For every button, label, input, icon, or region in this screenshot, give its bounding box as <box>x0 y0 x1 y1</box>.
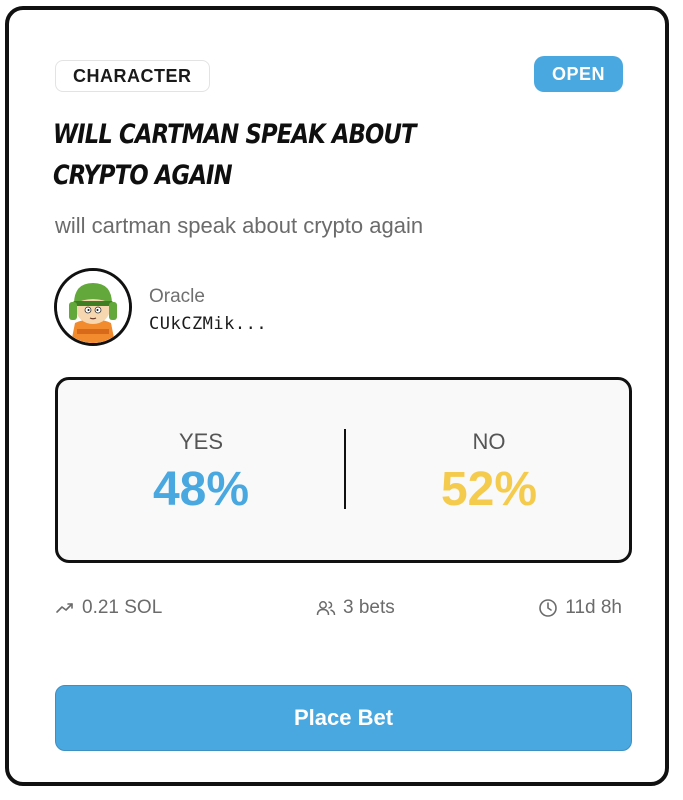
users-icon <box>316 601 336 616</box>
yes-option[interactable]: YES 48% <box>58 380 344 560</box>
odds-panel: YES 48% NO 52% <box>55 377 632 563</box>
no-option[interactable]: NO 52% <box>346 380 632 560</box>
clock-icon <box>539 599 558 617</box>
market-title: WILL CARTMAN SPEAK ABOUT CRYPTO AGAIN <box>53 119 417 191</box>
no-label: NO <box>472 429 506 454</box>
no-percentage: 52% <box>440 463 538 516</box>
place-bet-button[interactable]: Place Bet <box>55 685 632 751</box>
yes-label: YES <box>178 429 224 454</box>
time-stat: 11d 8h <box>538 597 622 619</box>
oracle-address[interactable]: CUkCZMik... <box>149 314 267 334</box>
volume-stat: 0.21 SOL <box>55 597 162 619</box>
trending-up-icon <box>56 603 73 613</box>
market-card: CHARACTER OPEN WILL CARTMAN SPEAK ABOUT … <box>5 6 669 786</box>
bets-stat: 3 bets <box>316 597 395 619</box>
oracle-avatar <box>54 268 132 346</box>
volume-value: 0.21 SOL <box>82 597 163 618</box>
status-badge: OPEN <box>533 56 623 92</box>
oracle-label: Oracle <box>149 286 205 307</box>
category-badge: CHARACTER <box>55 60 210 92</box>
market-description: will cartman speak about crypto again <box>55 213 424 238</box>
time-left-value: 11d 8h <box>565 597 622 618</box>
yes-percentage: 48% <box>152 463 250 516</box>
bets-value: 3 bets <box>343 597 395 618</box>
